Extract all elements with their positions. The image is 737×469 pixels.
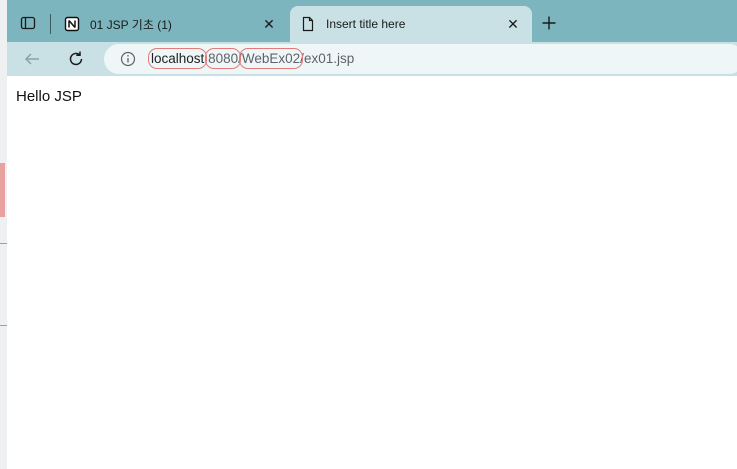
body-text: Hello JSP: [16, 88, 82, 105]
tab-actions-icon: [20, 16, 36, 30]
page-content: Hello JSP: [7, 76, 737, 469]
reload-icon: [69, 51, 83, 66]
tab-insert-title[interactable]: Insert title here ✕: [290, 6, 532, 42]
tab-actions-button[interactable]: [13, 9, 43, 37]
url-text[interactable]: localhost:8080/WebEx02/ex01.jsp: [151, 51, 354, 66]
browser-window: 01 JSP 기초 (1) ✕ Insert title here ✕ loca…: [7, 0, 737, 469]
background-red-block: [0, 163, 5, 217]
tab-strip: 01 JSP 기초 (1) ✕ Insert title here ✕: [7, 0, 737, 42]
url-file: ex01.jsp: [303, 51, 355, 66]
back-button[interactable]: [17, 45, 47, 73]
url-host: localhost: [151, 51, 205, 66]
tab-separator: [50, 14, 51, 34]
new-tab-button[interactable]: [538, 12, 560, 34]
plus-icon: [542, 16, 556, 30]
close-icon[interactable]: ✕: [260, 15, 278, 33]
info-icon[interactable]: [120, 51, 136, 67]
notion-icon: [64, 16, 80, 32]
close-icon[interactable]: ✕: [504, 15, 522, 33]
document-icon: [300, 16, 316, 32]
tab-title: 01 JSP 기초 (1): [90, 17, 172, 32]
navigation-toolbar: localhost:8080/WebEx02/ex01.jsp: [7, 42, 737, 76]
url-port: 8080: [208, 51, 239, 66]
url-context: WebEx02: [241, 51, 301, 66]
reload-button[interactable]: [61, 45, 91, 73]
tab-notion[interactable]: 01 JSP 기초 (1) ✕: [54, 6, 288, 42]
tab-title: Insert title here: [326, 17, 406, 31]
address-bar[interactable]: localhost:8080/WebEx02/ex01.jsp: [104, 44, 737, 74]
arrow-left-icon: [24, 53, 39, 65]
